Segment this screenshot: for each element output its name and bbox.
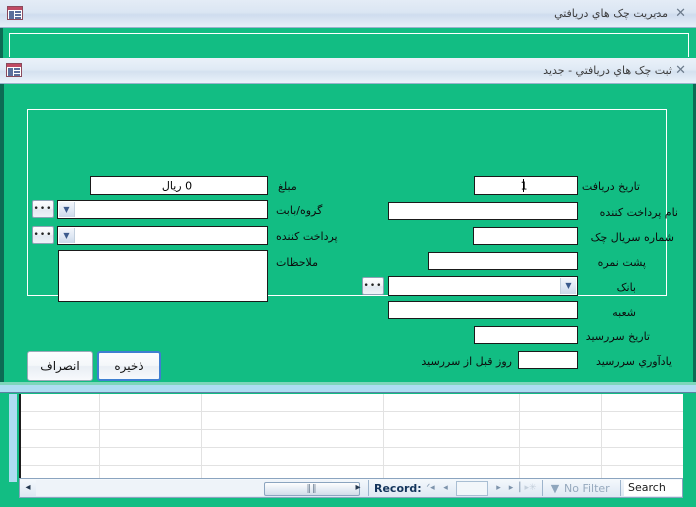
filter-status-label[interactable]: No Filter [564,482,610,495]
close-button[interactable]: ✕ [672,4,692,22]
branch-input[interactable] [388,301,578,319]
label-due-date: تاريخ سررسيد [585,330,650,343]
label-amount: مبلغ [278,180,297,193]
label-notes: ملاحظات [276,256,318,269]
check-serial-input[interactable] [473,227,578,245]
bank-combo[interactable]: ▼ [388,276,578,296]
group-purpose-lookup-button[interactable]: ••• [32,200,54,218]
outer-window-left-edge [0,28,3,58]
chevron-down-icon[interactable]: ▼ [59,228,75,243]
datasheet-top-divider [0,385,696,393]
label-check-serial: شماره سريال چک [590,231,674,244]
text-caret [523,179,524,192]
minimize-button[interactable]: – [648,4,668,22]
close-icon[interactable]: ✕ [675,62,692,78]
label-branch: شعبه [612,306,636,319]
datasheet-record-selector-column[interactable] [9,394,17,482]
label-receipt-date: تاريخ دريافت [581,180,640,193]
filter-icon[interactable]: ▼ [548,482,562,495]
group-purpose-combo[interactable]: ▼ [57,200,268,219]
amount-input[interactable]: 0 ريال [90,176,268,195]
search-input[interactable]: Search [624,480,682,496]
notes-textarea[interactable] [58,250,268,302]
record-number-input[interactable] [456,481,488,496]
label-back-number: پشت نمره [597,256,646,269]
payer-name-input[interactable] [388,202,578,220]
statusbar-separator [620,480,621,496]
modal-left-edge [0,84,4,385]
statusbar-separator [542,480,543,496]
previous-record-icon[interactable]: ◂ [439,482,452,495]
label-bank: بانک [616,281,636,294]
cancel-button[interactable]: انصراف [27,351,93,381]
due-date-input[interactable] [474,326,578,344]
outer-window-body [0,28,696,58]
scrollbar-thumb[interactable]: ‖‖ [264,482,360,496]
scroll-left-icon[interactable]: ◂ [22,482,34,494]
outer-window-titlebar[interactable]: مديريت چک هاي دريافتي – ✕ [0,0,696,28]
next-record-icon[interactable]: ▸ [492,482,505,495]
label-due-reminder: يادآوري سررسيد [595,355,672,368]
chevron-down-icon[interactable]: ▼ [59,202,75,217]
new-record-icon[interactable]: ▸✳ [524,482,537,495]
access-form-icon [6,63,22,77]
modal-bottom-edge [0,382,696,385]
record-navigation-statusbar[interactable]: ◂ ‖‖ ▸ Record: ᐟ◂ ◂ ▸ ▸▕ ▸✳ ▼ No Filter … [19,478,683,498]
access-form-icon [7,6,23,20]
receipt-date-input[interactable]: 1 [474,176,578,195]
record-label: Record: [374,482,422,495]
modal-title: ثبت چک هاي دريافتي - جديد [543,64,672,77]
bank-lookup-button[interactable]: ••• [362,277,384,295]
datasheet-grid[interactable] [19,394,683,482]
label-group-purpose: گروه/بابت [276,204,323,217]
scroll-right-icon[interactable]: ▸ [352,482,364,494]
first-record-icon[interactable]: ᐟ◂ [424,482,437,495]
new-check-entry-window: ثبت چک هاي دريافتي - جديد ✕ تاريخ دريافت… [0,58,696,385]
horizontal-scrollbar[interactable]: ‖‖ [36,480,360,496]
payer-combo[interactable]: ▼ [57,226,268,245]
statusbar-separator [368,480,369,496]
payer-lookup-button[interactable]: ••• [32,226,54,244]
label-payer-name: نام پرداخت کننده [599,206,678,219]
last-record-icon[interactable]: ▸▕ [508,482,521,495]
modal-body: تاريخ دريافت 1 نام پرداخت کننده شماره سر… [0,84,696,385]
label-payer: پرداخت کننده [276,230,338,243]
chevron-down-icon[interactable]: ▼ [560,278,576,294]
modal-titlebar[interactable]: ثبت چک هاي دريافتي - جديد ✕ [0,58,696,84]
due-reminder-input[interactable] [518,351,578,369]
back-number-input[interactable] [428,252,578,270]
outer-window-form-frame [9,33,689,57]
save-button[interactable]: ذخيره [97,351,161,381]
label-days-before-due: روز قبل از سررسيد [421,355,512,368]
